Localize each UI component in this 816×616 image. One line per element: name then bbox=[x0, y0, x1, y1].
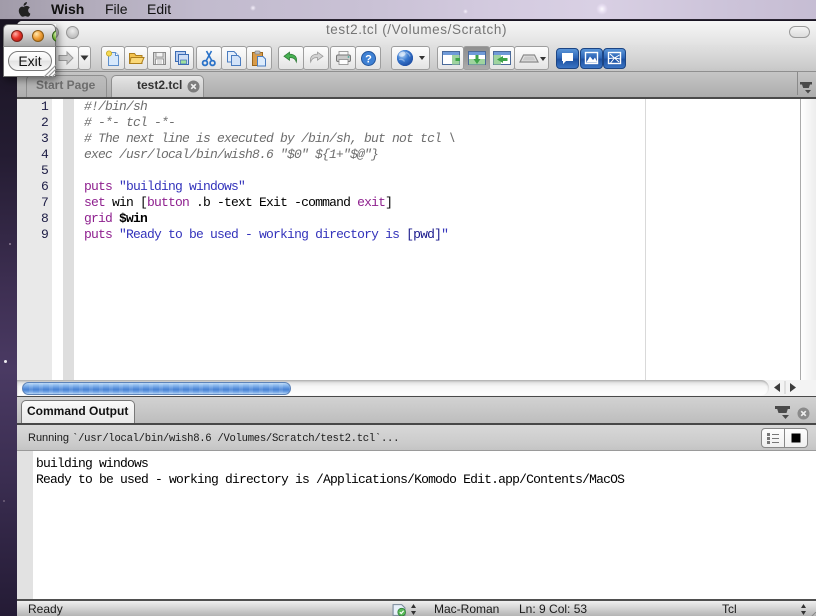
svg-text:?: ? bbox=[365, 53, 372, 65]
